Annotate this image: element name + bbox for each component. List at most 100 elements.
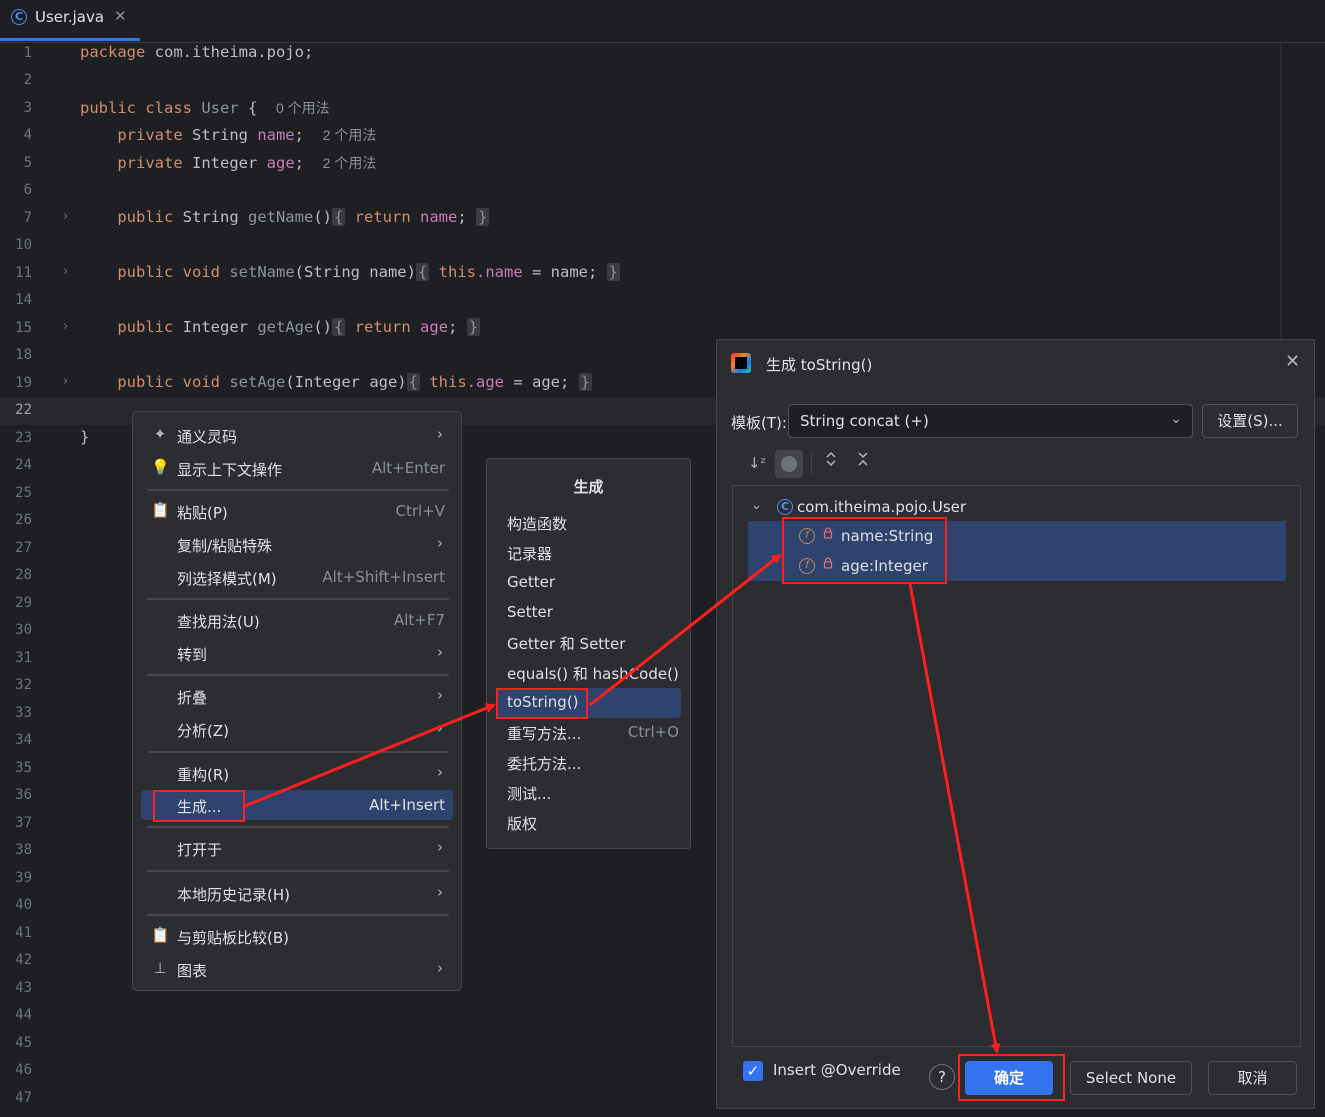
tab-title: User.java	[35, 8, 105, 26]
generate-item-label: 委托方法...	[507, 755, 582, 773]
generate-item-label: Setter	[507, 603, 553, 621]
editor-context-menu: ✦ 通义灵码 › 💡 显示上下文操作 Alt+Enter 📋 粘贴(P) Ctrl+V 复制/粘贴…	[132, 411, 462, 991]
generate-item[interactable]: 记录器	[497, 538, 681, 568]
code-line[interactable]: 6	[0, 178, 1325, 205]
generate-item[interactable]: 版权	[497, 808, 681, 838]
insert-override-checkbox[interactable]: ✓	[743, 1061, 763, 1081]
insert-override-label: Insert @Override	[773, 1061, 901, 1079]
usage-hint: 2 个用法	[322, 127, 377, 143]
generate-item[interactable]: 重写方法... Ctrl+O	[497, 718, 681, 748]
menu-item-diagrams[interactable]: ⊥ 图表 ›	[141, 954, 453, 984]
line-number: 26	[15, 512, 32, 528]
fold-chevron-icon[interactable]: ›	[63, 209, 68, 224]
generate-item[interactable]: 构造函数	[497, 508, 681, 538]
line-number: 31	[15, 650, 32, 666]
code-text: public void setName(String name){ this.n…	[117, 263, 621, 281]
menu-item-icon: 📋	[151, 926, 170, 944]
menu-item-copy-paste-special[interactable]: 复制/粘贴特殊 ›	[141, 529, 453, 559]
generate-item-label: 记录器	[507, 545, 553, 563]
menu-item-label: 折叠	[177, 689, 208, 707]
menu-item-open-in[interactable]: 打开于 ›	[141, 833, 453, 863]
template-label: 模板(T):	[731, 414, 787, 432]
code-text: package com.itheima.pojo;	[80, 43, 314, 61]
generate-item[interactable]: Getter	[497, 568, 681, 598]
code-line[interactable]: 7 › public String getName(){ return name;…	[0, 206, 1325, 233]
code-line[interactable]: 2	[0, 68, 1325, 95]
menu-item-shortcut: Alt+F7	[393, 611, 445, 629]
expand-all-icon[interactable]	[819, 450, 843, 476]
generate-item[interactable]: equals() 和 hashCode()	[497, 658, 681, 688]
toolbar-divider	[811, 452, 812, 474]
line-number: 14	[15, 292, 32, 308]
generate-tostring-dialog: 生成 toString() ✕ 模板(T): String concat (+)…	[716, 339, 1315, 1109]
fold-chevron-icon[interactable]: ›	[63, 319, 68, 334]
code-line[interactable]: 5 private Integer age; 2 个用法	[0, 151, 1325, 178]
menu-separator	[147, 598, 449, 600]
collapse-all-icon[interactable]	[851, 450, 875, 476]
select-none-button[interactable]: Select None	[1070, 1061, 1192, 1095]
help-icon[interactable]: ?	[929, 1064, 955, 1090]
line-number: 29	[15, 595, 32, 611]
class-name: User	[201, 99, 239, 117]
menu-item-analyze[interactable]: 分析(Z) ›	[141, 714, 453, 744]
fold-chevron-icon[interactable]: ›	[63, 264, 68, 279]
cancel-button[interactable]: 取消	[1208, 1061, 1297, 1095]
code-line[interactable]: 10	[0, 233, 1325, 260]
line-number: 27	[15, 540, 32, 556]
menu-item-compare-clipboard[interactable]: 📋 与剪贴板比较(B)	[141, 921, 453, 951]
menu-item-paste[interactable]: 📋 粘贴(P) Ctrl+V	[141, 496, 453, 526]
menu-separator	[147, 826, 449, 828]
code-line[interactable]: 4 private String name; 2 个用法	[0, 123, 1325, 150]
menu-item-goto[interactable]: 转到 ›	[141, 638, 453, 668]
generate-item[interactable]: 委托方法...	[497, 748, 681, 778]
intellij-logo-icon	[731, 353, 751, 373]
chevron-right-icon: ›	[437, 425, 443, 443]
menu-item-icon: ✦	[153, 425, 167, 443]
generate-item[interactable]: 测试...	[497, 778, 681, 808]
menu-item-local-history[interactable]: 本地历史记录(H) ›	[141, 878, 453, 908]
menu-item-shortcut: Alt+Shift+Insert	[322, 568, 445, 586]
menu-item-label: 本地历史记录(H)	[177, 886, 290, 904]
code-line[interactable]: 3 public class User { 0 个用法	[0, 96, 1325, 123]
sort-alphabetically-icon[interactable]: ↓ᶻ	[745, 450, 769, 476]
usage-hint: 2 个用法	[322, 155, 377, 171]
generate-item-label: Getter	[507, 573, 556, 591]
menu-item-label: 图表	[177, 962, 208, 980]
code-line[interactable]: 1 package com.itheima.pojo;	[0, 41, 1325, 68]
line-number: 36	[15, 787, 32, 803]
java-class-icon: C	[777, 499, 793, 515]
tab-user-java[interactable]: C User.java ✕	[0, 0, 140, 40]
code-line[interactable]: 11 › public void setName(String name){ th…	[0, 261, 1325, 288]
line-number: 45	[15, 1035, 32, 1051]
fold-chevron-icon[interactable]: ›	[63, 374, 68, 389]
close-icon[interactable]: ✕	[1285, 351, 1300, 372]
menu-item-show-context-actions[interactable]: 💡 显示上下文操作 Alt+Enter	[141, 453, 453, 483]
tree-root-class[interactable]: com.itheima.pojo.User	[797, 498, 966, 516]
template-select[interactable]: String concat (+) ⌄	[788, 404, 1193, 438]
menu-item-icon: 📋	[151, 501, 170, 519]
generate-item[interactable]: Setter	[497, 598, 681, 628]
menu-item-find-usages[interactable]: 查找用法(U) Alt+F7	[141, 605, 453, 635]
line-number: 19	[15, 375, 32, 391]
line-number: 24	[15, 457, 32, 473]
show-inherited-toggle-icon[interactable]	[775, 450, 803, 478]
code-line[interactable]: 14	[0, 288, 1325, 315]
menu-item-tongyi[interactable]: ✦ 通义灵码 ›	[141, 420, 453, 450]
menu-item-refactor[interactable]: 重构(R) ›	[141, 758, 453, 788]
generate-item-label: 版权	[507, 815, 538, 833]
generate-item[interactable]: Getter 和 Setter	[497, 628, 681, 658]
settings-button[interactable]: 设置(S)...	[1202, 404, 1298, 438]
menu-item-shortcut: Alt+Enter	[371, 459, 445, 477]
line-number: 23	[15, 430, 32, 446]
menu-item-column-selection[interactable]: 列选择模式(M) Alt+Shift+Insert	[141, 562, 453, 592]
generate-submenu: 生成 构造函数 记录器 Getter Setter Getter 和 Setter equ…	[486, 458, 691, 849]
close-icon[interactable]: ✕	[114, 7, 127, 25]
chevron-down-icon[interactable]: ⌄	[751, 498, 762, 513]
menu-item-folding[interactable]: 折叠 ›	[141, 681, 453, 711]
line-number: 4	[23, 127, 32, 143]
menu-item-shortcut: Ctrl+V	[395, 502, 445, 520]
chevron-right-icon: ›	[437, 959, 443, 977]
chevron-right-icon: ›	[437, 763, 443, 781]
code-text: public void setAge(Integer age){ this.ag…	[117, 373, 593, 391]
line-number: 11	[15, 265, 32, 281]
